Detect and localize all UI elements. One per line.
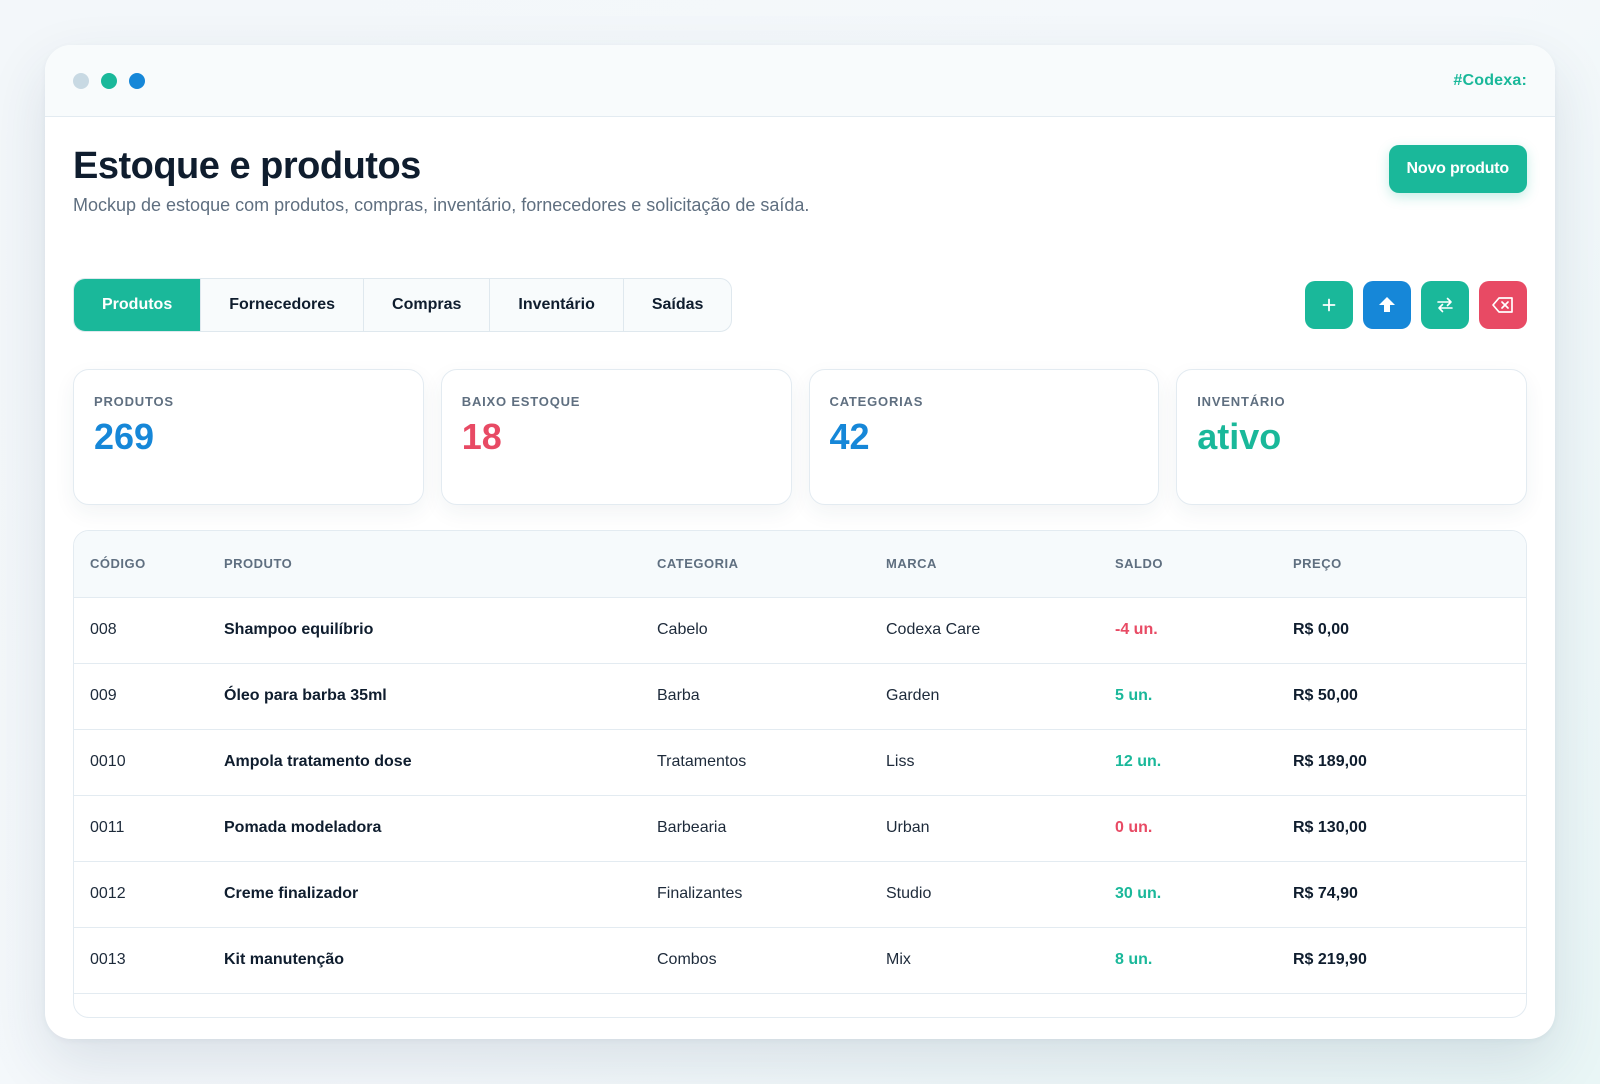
cell-brand: Urban: [886, 795, 1115, 862]
page-subtitle: Mockup de estoque com produtos, compras,…: [73, 195, 810, 215]
stat-label: BAIXO ESTOQUE: [461, 394, 581, 409]
stats-row: PRODUTOS 269 BAIXO ESTOQUE 18 CATEGORIAS…: [73, 369, 1527, 505]
upload-button[interactable]: [1363, 281, 1411, 329]
cell-brand: Studio: [886, 861, 1115, 928]
column-header-codigo[interactable]: CÓDIGO: [74, 531, 224, 598]
window-dot-green[interactable]: [101, 72, 117, 89]
cell-product: Shampoo equilíbrio: [224, 597, 657, 664]
table-row[interactable]: 0012 Creme finalizador Finalizantes Stud…: [74, 861, 1526, 928]
cell-balance: 8 un.: [1115, 927, 1293, 994]
cell-price: R$ 189,00: [1293, 729, 1526, 796]
brand-tag: #Codexa:: [1453, 71, 1527, 89]
cell-price: R$ 50,00: [1293, 663, 1526, 730]
add-icon: [1322, 298, 1336, 312]
cell-code: 008: [74, 597, 224, 664]
stat-value: 18: [461, 416, 502, 457]
cell-category: Tratamentos: [657, 729, 886, 796]
cell-brand: Garden: [886, 663, 1115, 730]
window-titlebar: #Codexa:: [45, 45, 1555, 117]
cell-code: 009: [74, 663, 224, 730]
add-button[interactable]: [1305, 281, 1353, 329]
cell-price: R$ 74,90: [1293, 861, 1526, 928]
tab-bar: Produtos Fornecedores Compras Inventário…: [73, 278, 733, 332]
cell-product: Kit manutenção: [224, 927, 657, 994]
stat-card-categorias: CATEGORIAS 42: [808, 369, 1160, 505]
table-row[interactable]: 008 Shampoo equilíbrio Cabelo Codexa Car…: [74, 597, 1526, 664]
window-controls: [73, 72, 145, 89]
column-header-preco[interactable]: PREÇO: [1293, 531, 1526, 598]
window-dot-blue[interactable]: [129, 72, 145, 89]
cell-price: R$ 0,00: [1293, 597, 1526, 664]
app-window: #Codexa: Estoque e produtos Mockup de es…: [45, 45, 1555, 1039]
column-header-produto[interactable]: PRODUTO: [224, 531, 657, 598]
cell-price: R$ 219,90: [1293, 927, 1526, 994]
cell-balance: 30 un.: [1115, 861, 1293, 928]
cell-category: Finalizantes: [657, 861, 886, 928]
products-table: CÓDIGO PRODUTO CATEGORIA MARCA SALDO PRE…: [74, 531, 1526, 994]
tab-produtos[interactable]: Produtos: [74, 279, 202, 331]
page-title: Estoque e produtos: [73, 145, 421, 187]
cell-product: Creme finalizador: [224, 861, 657, 928]
cell-category: Cabelo: [657, 597, 886, 664]
table-row[interactable]: 009 Óleo para barba 35ml Barba Garden 5 …: [74, 663, 1526, 730]
cell-brand: Liss: [886, 729, 1115, 796]
table-row[interactable]: 0013 Kit manutenção Combos Mix 8 un. R$ …: [74, 927, 1526, 994]
table-row[interactable]: 0010 Ampola tratamento dose Tratamentos …: [74, 729, 1526, 796]
table-header-row: CÓDIGO PRODUTO CATEGORIA MARCA SALDO PRE…: [74, 531, 1526, 598]
cell-brand: Codexa Care: [886, 597, 1115, 664]
page-header: Estoque e produtos Mockup de estoque com…: [73, 145, 1527, 216]
stat-card-produtos: PRODUTOS 269: [73, 369, 424, 505]
cell-code: 0010: [74, 729, 224, 796]
tab-fornecedores[interactable]: Fornecedores: [201, 279, 365, 331]
cell-product: Ampola tratamento dose: [224, 729, 657, 796]
table-row[interactable]: 0011 Pomada modeladora Barbearia Urban 0…: [74, 795, 1526, 862]
stat-label: INVENTÁRIO: [1197, 394, 1286, 409]
cell-balance: 0 un.: [1115, 795, 1293, 862]
swap-button[interactable]: [1421, 281, 1469, 329]
cell-balance: 12 un.: [1115, 729, 1293, 796]
cell-balance: -4 un.: [1115, 597, 1293, 664]
tab-saidas[interactable]: Saídas: [624, 279, 732, 331]
action-buttons: [1305, 281, 1527, 329]
upload-icon: [1379, 297, 1395, 312]
cell-price: R$ 130,00: [1293, 795, 1526, 862]
cell-category: Combos: [657, 927, 886, 994]
cell-product: Óleo para barba 35ml: [224, 663, 657, 730]
window-dot-gray[interactable]: [73, 72, 89, 89]
backspace-icon: [1492, 297, 1513, 313]
products-table-container[interactable]: CÓDIGO PRODUTO CATEGORIA MARCA SALDO PRE…: [73, 530, 1527, 1018]
column-header-marca[interactable]: MARCA: [886, 531, 1115, 598]
stat-label: PRODUTOS: [94, 394, 174, 409]
stat-value: 42: [829, 416, 870, 457]
column-header-categoria[interactable]: CATEGORIA: [657, 531, 886, 598]
cell-code: 0011: [74, 795, 224, 862]
cell-brand: Mix: [886, 927, 1115, 994]
toolbar: Produtos Fornecedores Compras Inventário…: [73, 278, 1527, 332]
cell-code: 0012: [74, 861, 224, 928]
cell-category: Barbearia: [657, 795, 886, 862]
column-header-saldo[interactable]: SALDO: [1115, 531, 1293, 598]
stat-card-inventario: INVENTÁRIO ativo: [1176, 369, 1527, 505]
stat-card-baixo-estoque: BAIXO ESTOQUE 18: [440, 369, 792, 505]
swap-icon: [1437, 297, 1453, 313]
new-product-button[interactable]: Novo produto: [1388, 145, 1527, 193]
stat-value: ativo: [1197, 416, 1282, 457]
delete-button[interactable]: [1479, 281, 1527, 329]
cell-product: Pomada modeladora: [224, 795, 657, 862]
tab-compras[interactable]: Compras: [364, 279, 491, 331]
cell-category: Barba: [657, 663, 886, 730]
main-content: Estoque e produtos Mockup de estoque com…: [45, 117, 1555, 1018]
tab-inventario[interactable]: Inventário: [490, 279, 624, 331]
stat-value: 269: [94, 416, 155, 457]
stat-label: CATEGORIAS: [829, 394, 924, 409]
cell-code: 0013: [74, 927, 224, 994]
cell-balance: 5 un.: [1115, 663, 1293, 730]
